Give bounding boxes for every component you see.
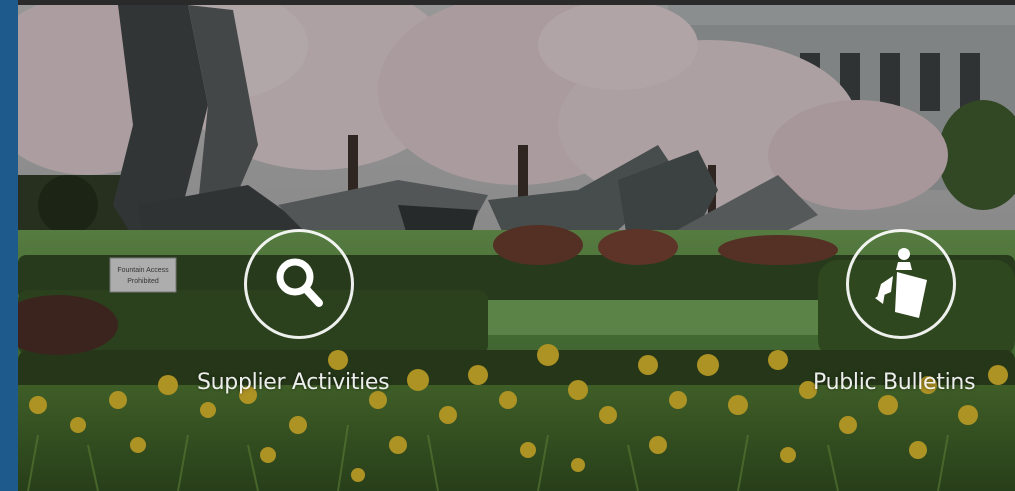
landing-hero: Fountain Access Prohibited Supplier Acti… [0, 0, 1015, 491]
supplier-activities-icon-ring [244, 229, 354, 339]
public-bulletins-label: Public Bulletins [813, 370, 976, 395]
bulletin-bag-icon [875, 248, 927, 318]
public-bulletins-icon-ring [846, 229, 956, 339]
left-frame-bar [0, 0, 18, 491]
public-bulletins-tile[interactable]: Public Bulletins [812, 229, 997, 404]
supplier-activities-tile[interactable]: Supplier Activities [195, 229, 410, 404]
supplier-activities-label: Supplier Activities [197, 370, 390, 395]
search-icon [276, 258, 323, 307]
